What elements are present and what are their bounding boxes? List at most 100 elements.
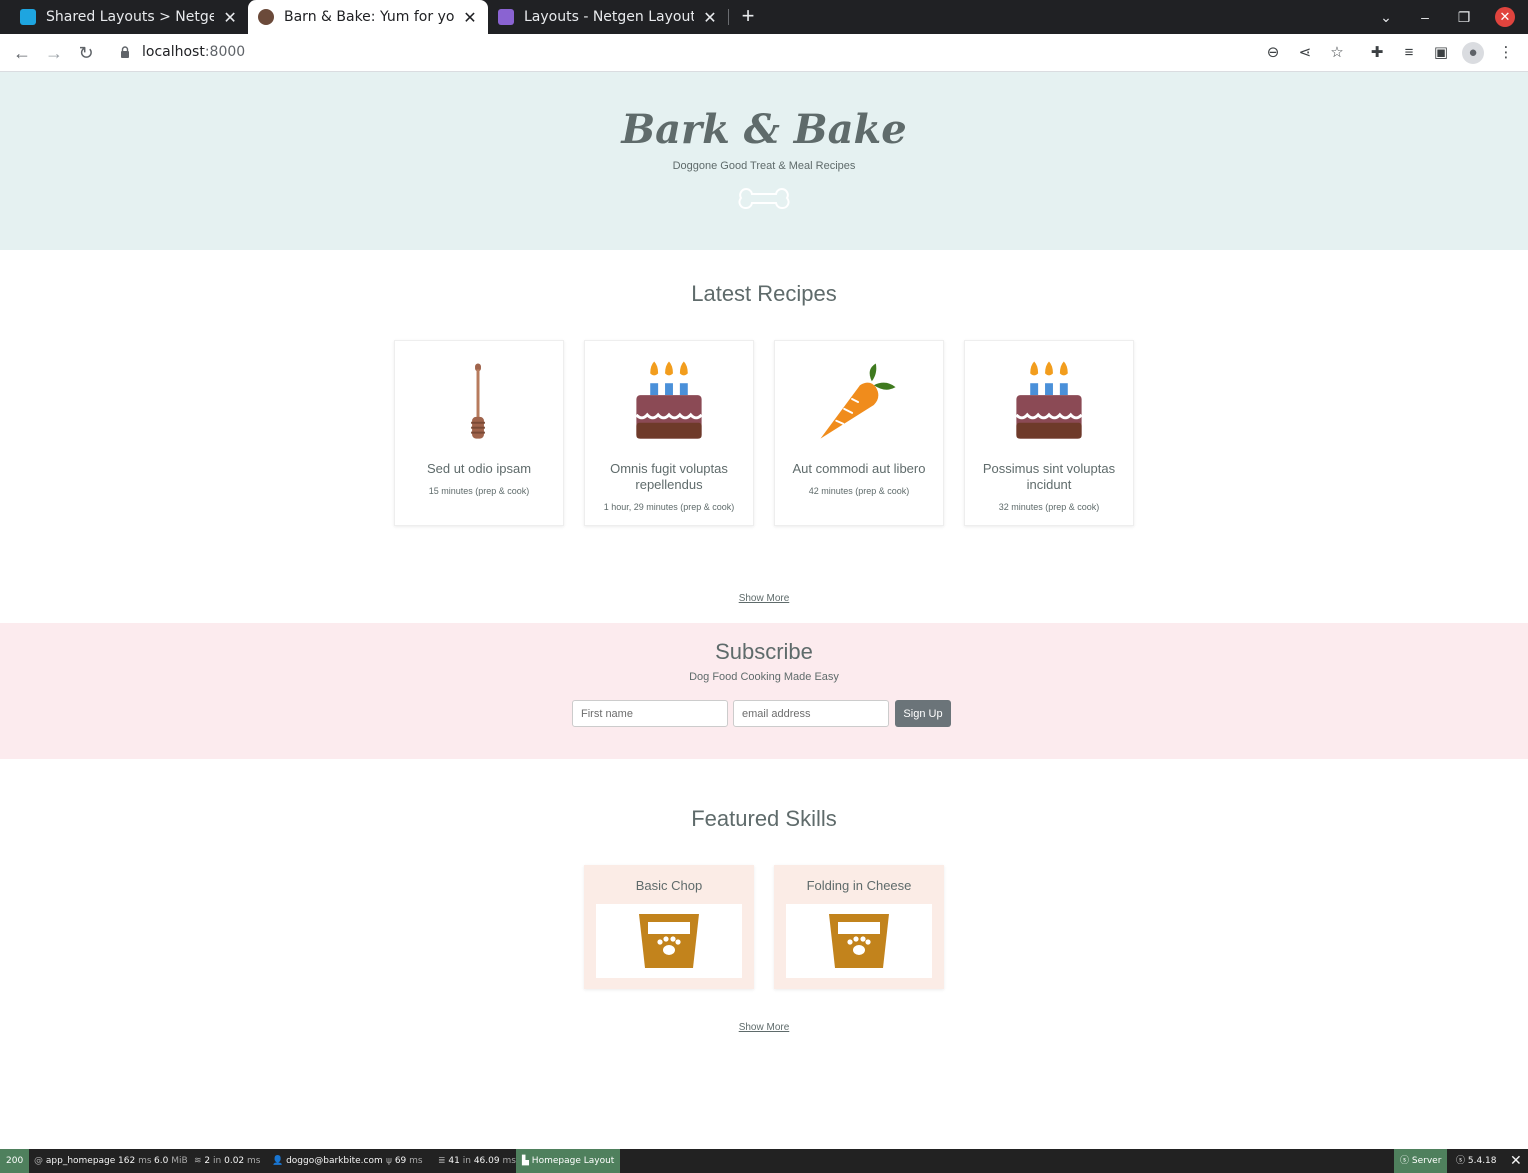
- cache-value: 2: [204, 1156, 211, 1166]
- tab-barn-and-bake[interactable]: Barn & Bake: Yum for your dog ✕: [248, 0, 488, 34]
- tab-label: Shared Layouts > Netgen Layouts: [46, 9, 215, 25]
- layout-icon: ▙: [522, 1156, 532, 1166]
- tab-label: Barn & Bake: Yum for your dog: [284, 9, 454, 25]
- symfony-logo-icon: ⓢ: [1400, 1156, 1412, 1166]
- bone-icon: [738, 187, 790, 210]
- address-bar[interactable]: localhost:8000: [108, 38, 1358, 68]
- recipe-time: 15 minutes (prep & cook): [428, 486, 530, 496]
- featured-skills-heading: Featured Skills: [691, 806, 837, 831]
- twig-item[interactable]: ψ 69 ms: [380, 1149, 429, 1173]
- forward-icon[interactable]: →: [42, 41, 66, 65]
- netgen-favicon-icon: [498, 9, 514, 25]
- database-item[interactable]: ≣ 41 in 46.09 ms: [432, 1149, 522, 1173]
- server-item[interactable]: ⓢ Server: [1394, 1149, 1448, 1173]
- site-title[interactable]: Bark & Bake: [0, 106, 1528, 153]
- bookmark-star-icon[interactable]: ☆: [1326, 42, 1348, 64]
- time-value: 162: [118, 1156, 136, 1166]
- subscribe-heading: Subscribe: [715, 639, 813, 664]
- subscribe-section: Subscribe Dog Food Cooking Made Easy Sig…: [0, 623, 1528, 759]
- skill-title[interactable]: Folding in Cheese: [774, 878, 944, 893]
- birthday-cake-icon: [635, 361, 703, 439]
- memory-unit: MiB: [171, 1156, 188, 1166]
- share-icon[interactable]: ⋖: [1294, 42, 1316, 64]
- birthday-cake-icon: [1015, 361, 1083, 439]
- first-name-input[interactable]: [572, 700, 728, 727]
- db-value: 41: [448, 1156, 460, 1166]
- show-more-recipes-link[interactable]: Show More: [739, 593, 790, 604]
- recipe-card[interactable]: Possimus sint voluptas incidunt 32 minut…: [964, 340, 1134, 526]
- recipe-card[interactable]: Omnis fugit voluptas repellendus 1 hour,…: [584, 340, 754, 526]
- recipe-time: 1 hour, 29 minutes (prep & cook): [603, 502, 735, 512]
- site-favicon-icon: [258, 9, 274, 25]
- skill-title[interactable]: Basic Chop: [584, 878, 754, 893]
- tab-label: Layouts - Netgen Layouts: [524, 9, 694, 25]
- status-code-badge[interactable]: 200: [0, 1149, 30, 1173]
- symfony-favicon-icon: [20, 9, 36, 25]
- reload-icon[interactable]: ↻: [74, 41, 98, 65]
- close-icon[interactable]: ✕: [462, 8, 478, 27]
- cache-icon: ≋: [194, 1156, 205, 1166]
- dog-bowl-icon: [639, 914, 699, 968]
- close-toolbar-icon[interactable]: ✕: [1504, 1149, 1528, 1173]
- latest-recipes-heading: Latest Recipes: [691, 281, 837, 306]
- symfony-logo-icon: ⓢ: [1456, 1156, 1468, 1166]
- close-icon[interactable]: ✕: [222, 8, 238, 27]
- subscribe-subtitle: Dog Food Cooking Made Easy: [689, 671, 839, 683]
- route-name: app_homepage: [45, 1156, 116, 1166]
- profile-avatar-icon[interactable]: ●: [1462, 42, 1484, 64]
- skill-card[interactable]: Basic Chop: [584, 865, 754, 989]
- new-tab-icon[interactable]: +: [736, 5, 760, 29]
- back-icon[interactable]: ←: [10, 41, 34, 65]
- skill-card[interactable]: Folding in Cheese: [774, 865, 944, 989]
- cache-unit: ms: [247, 1156, 261, 1166]
- show-more-recipes: Show More: [0, 593, 1528, 604]
- user-email: doggo@barkbite.com: [286, 1156, 383, 1166]
- tab-search-icon[interactable]: ⌄: [1374, 5, 1398, 29]
- user-item[interactable]: 👤 doggo@barkbite.com: [266, 1149, 389, 1173]
- at-icon: @: [34, 1156, 46, 1166]
- hero-banner: Bark & Bake Doggone Good Treat & Meal Re…: [0, 72, 1528, 250]
- site-tagline: Doggone Good Treat & Meal Recipes: [672, 160, 856, 172]
- honey-dipper-icon: [471, 363, 485, 439]
- twig-icon: ψ: [386, 1156, 395, 1166]
- version-item[interactable]: ⓢ 5.4.18: [1450, 1149, 1503, 1173]
- skill-image: [596, 904, 742, 978]
- restore-icon[interactable]: ❐: [1452, 5, 1476, 29]
- tab-layouts[interactable]: Layouts - Netgen Layouts ✕: [488, 0, 728, 34]
- server-label: Server: [1411, 1156, 1442, 1166]
- sign-up-button[interactable]: Sign Up: [895, 700, 951, 727]
- layout-item[interactable]: ▙ Homepage Layout: [516, 1149, 621, 1173]
- twig-unit: ms: [409, 1156, 423, 1166]
- extensions-icon[interactable]: ✚: [1366, 42, 1388, 64]
- url-port: :8000: [204, 44, 246, 60]
- tab-shared-layouts[interactable]: Shared Layouts > Netgen Layouts ✕: [10, 0, 248, 34]
- email-input[interactable]: [733, 700, 889, 727]
- database-icon: ≣: [438, 1156, 449, 1166]
- skill-image: [786, 904, 932, 978]
- recipe-title[interactable]: Aut commodi aut libero: [783, 461, 935, 477]
- symfony-debug-toolbar: 200 @ app_homepage 162 ms 6.0 MiB ≋ 2 in…: [0, 1149, 1528, 1173]
- recipe-title[interactable]: Sed ut odio ipsam: [403, 461, 555, 477]
- close-icon[interactable]: ✕: [702, 8, 718, 27]
- show-more-skills-link[interactable]: Show More: [739, 1022, 790, 1033]
- zoom-out-icon[interactable]: ⊖: [1262, 42, 1284, 64]
- media-control-icon[interactable]: ≡: [1398, 42, 1420, 64]
- cache-item[interactable]: ≋ 2 in 0.02 ms: [188, 1149, 267, 1173]
- memory-item[interactable]: 6.0 MiB: [148, 1149, 194, 1173]
- side-panel-icon[interactable]: ▣: [1430, 42, 1452, 64]
- twig-value: 69: [394, 1156, 407, 1166]
- recipe-title[interactable]: Omnis fugit voluptas repellendus: [593, 461, 745, 493]
- recipe-card[interactable]: Aut commodi aut libero 42 minutes (prep …: [774, 340, 944, 526]
- url-text: localhost:8000: [142, 44, 245, 60]
- recipe-title[interactable]: Possimus sint voluptas incidunt: [973, 461, 1125, 493]
- layout-name: Homepage Layout: [531, 1156, 615, 1166]
- url-host: localhost: [142, 44, 205, 60]
- carrot-icon: [820, 363, 896, 439]
- minimize-icon[interactable]: –: [1413, 5, 1437, 29]
- dog-bowl-icon: [829, 914, 889, 968]
- close-window-icon[interactable]: ✕: [1495, 7, 1515, 27]
- menu-kebab-icon[interactable]: ⋮: [1495, 42, 1517, 64]
- route-item[interactable]: @ app_homepage: [28, 1149, 121, 1173]
- db-time: 46.09: [473, 1156, 500, 1166]
- recipe-card[interactable]: Sed ut odio ipsam 15 minutes (prep & coo…: [394, 340, 564, 526]
